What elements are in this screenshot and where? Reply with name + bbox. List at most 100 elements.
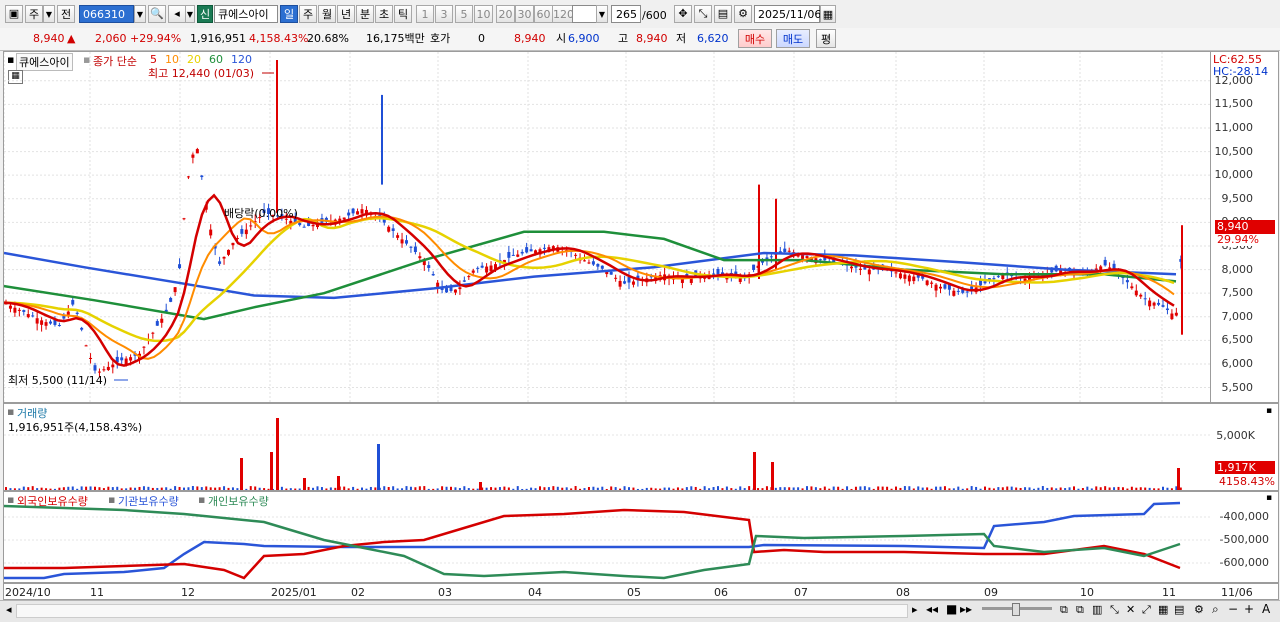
candle-body [436,282,440,287]
auto-scale-icon[interactable]: A [1262,602,1270,616]
zoom-slider-thumb[interactable] [1012,603,1020,616]
zoom-search-icon[interactable]: ⌕ [1212,602,1219,617]
scroll-left-icon[interactable]: ◂ [6,603,12,616]
holding-chart[interactable] [4,492,1210,582]
volume-bar [312,487,315,490]
holding-panel-close-icon[interactable]: ▪ [1266,493,1272,503]
tab-interval-120[interactable]: 120 [552,5,574,23]
tab-interval-30[interactable]: 30 [515,5,534,23]
volume-bar [476,488,479,490]
draw-icon[interactable]: ⤡ [1110,603,1119,617]
candle-body [939,286,942,289]
tab-tf-4[interactable]: 분 [356,5,374,23]
period-type-dropdown-icon[interactable]: ▼ [43,5,55,23]
stock-name-field: 큐에스아이 [214,5,278,23]
volume-chart[interactable] [4,404,1210,490]
volume-bar [249,486,252,490]
volume-bar [418,486,421,490]
bar-count-input[interactable]: 265 [611,5,641,23]
blank-dropdown-icon[interactable]: ▼ [596,5,608,23]
overlay-icon[interactable]: ⧉ [1076,603,1084,617]
tab-tf-6[interactable]: 틱 [394,5,412,23]
speaker-dropdown-icon[interactable]: ▼ [185,5,195,23]
stop-icon[interactable]: ■ [946,602,957,616]
volume-bar [31,486,34,490]
candle-body [453,289,457,293]
tab-interval-20[interactable]: 20 [496,5,515,23]
volume-bar [966,488,969,490]
zoom-out-icon[interactable]: − [1228,602,1238,616]
candle-body [160,318,164,323]
prev-button[interactable]: 전 [57,5,75,23]
scroll-right-icon[interactable]: ▸ [912,603,918,616]
tab-interval-60[interactable]: 60 [534,5,553,23]
volume-bar [165,487,168,490]
candle-body [129,357,133,361]
stock-code-input[interactable]: 066310 [79,5,134,23]
tab-interval-1[interactable]: 1 [416,5,434,23]
volume-bar [27,487,30,490]
evaluate-button[interactable]: 평 [816,29,836,48]
volume-bar [961,488,964,490]
forward-icon[interactable]: ▸▸ [960,602,972,616]
volume-bar [636,488,639,490]
chart-window-icon[interactable]: ▣ [5,5,23,23]
buy-button[interactable]: 매수 [738,29,772,48]
cross-icon[interactable]: ✕ [1126,603,1135,616]
tab-interval-5[interactable]: 5 [455,5,473,23]
volume-bar [846,486,849,490]
copy-icon[interactable]: ⧉ [1060,603,1068,617]
tab-interval-10[interactable]: 10 [474,5,493,23]
settings-icon[interactable]: ⚙ [1194,603,1204,616]
chart-type-icon[interactable]: ▥ [1092,603,1102,616]
code-dropdown-icon[interactable]: ▼ [134,5,146,23]
candle-body [525,247,529,253]
line-tool-icon[interactable]: ⤢ [1142,603,1151,617]
gear-icon[interactable]: ⚙ [734,5,752,23]
candle-body [930,282,934,284]
period-type-select[interactable]: 주 [25,5,43,23]
crosshair-icon[interactable]: ✥ [674,5,692,23]
rewind-icon[interactable]: ◂◂ [926,602,938,616]
zoom-in-icon[interactable]: + [1244,602,1254,616]
volume-bar [694,486,697,490]
volume-bar [605,488,608,490]
layout-icon[interactable]: ▤ [1174,603,1184,616]
calendar-icon[interactable]: ▦ [820,5,836,23]
volume-bar [912,488,915,490]
volume-bar [926,487,929,490]
candle-body [182,218,186,220]
candle-body [151,332,155,334]
volume-bar [423,486,426,490]
volume-bar [565,487,568,490]
tab-tf-1[interactable]: 주 [299,5,317,23]
speaker-icon[interactable]: ◂ [168,5,186,23]
tab-tf-2[interactable]: 월 [318,5,336,23]
tab-interval-3[interactable]: 3 [435,5,453,23]
tab-tf-3[interactable]: 년 [337,5,355,23]
x-tick: 02 [351,586,365,599]
trend-tool-icon[interactable]: ⤡ [694,5,712,23]
tab-tf-0[interactable]: 일 [280,5,298,23]
new-listing-button[interactable]: 신 [197,5,213,23]
volume-bar [899,487,902,490]
tab-tf-5[interactable]: 초 [375,5,393,23]
candle-body [965,291,969,293]
volume-bar [187,487,190,490]
volume-panel-close-icon[interactable]: ▪ [1266,406,1272,416]
volume-bar [868,487,871,490]
date-input[interactable]: 2025/11/06 [754,5,821,23]
price-chart[interactable]: 최고 12,440 (01/03) 최저 5,500 (11/14) 배당락(0.0… [4,52,1210,402]
save-icon[interactable]: ▤ [714,5,732,23]
volume-bar [739,486,742,490]
volume-bar [71,486,74,490]
volume-bar [169,488,172,490]
volume-bar [347,488,350,490]
volume-bar [748,486,751,490]
search-icon[interactable]: 🔍 [148,5,166,23]
hoga-label: 호가 [430,32,451,45]
tile-icon[interactable]: ▦ [1158,603,1168,616]
sell-button[interactable]: 매도 [776,29,810,48]
volume-bar [632,487,635,490]
scroll-track[interactable] [16,604,908,618]
